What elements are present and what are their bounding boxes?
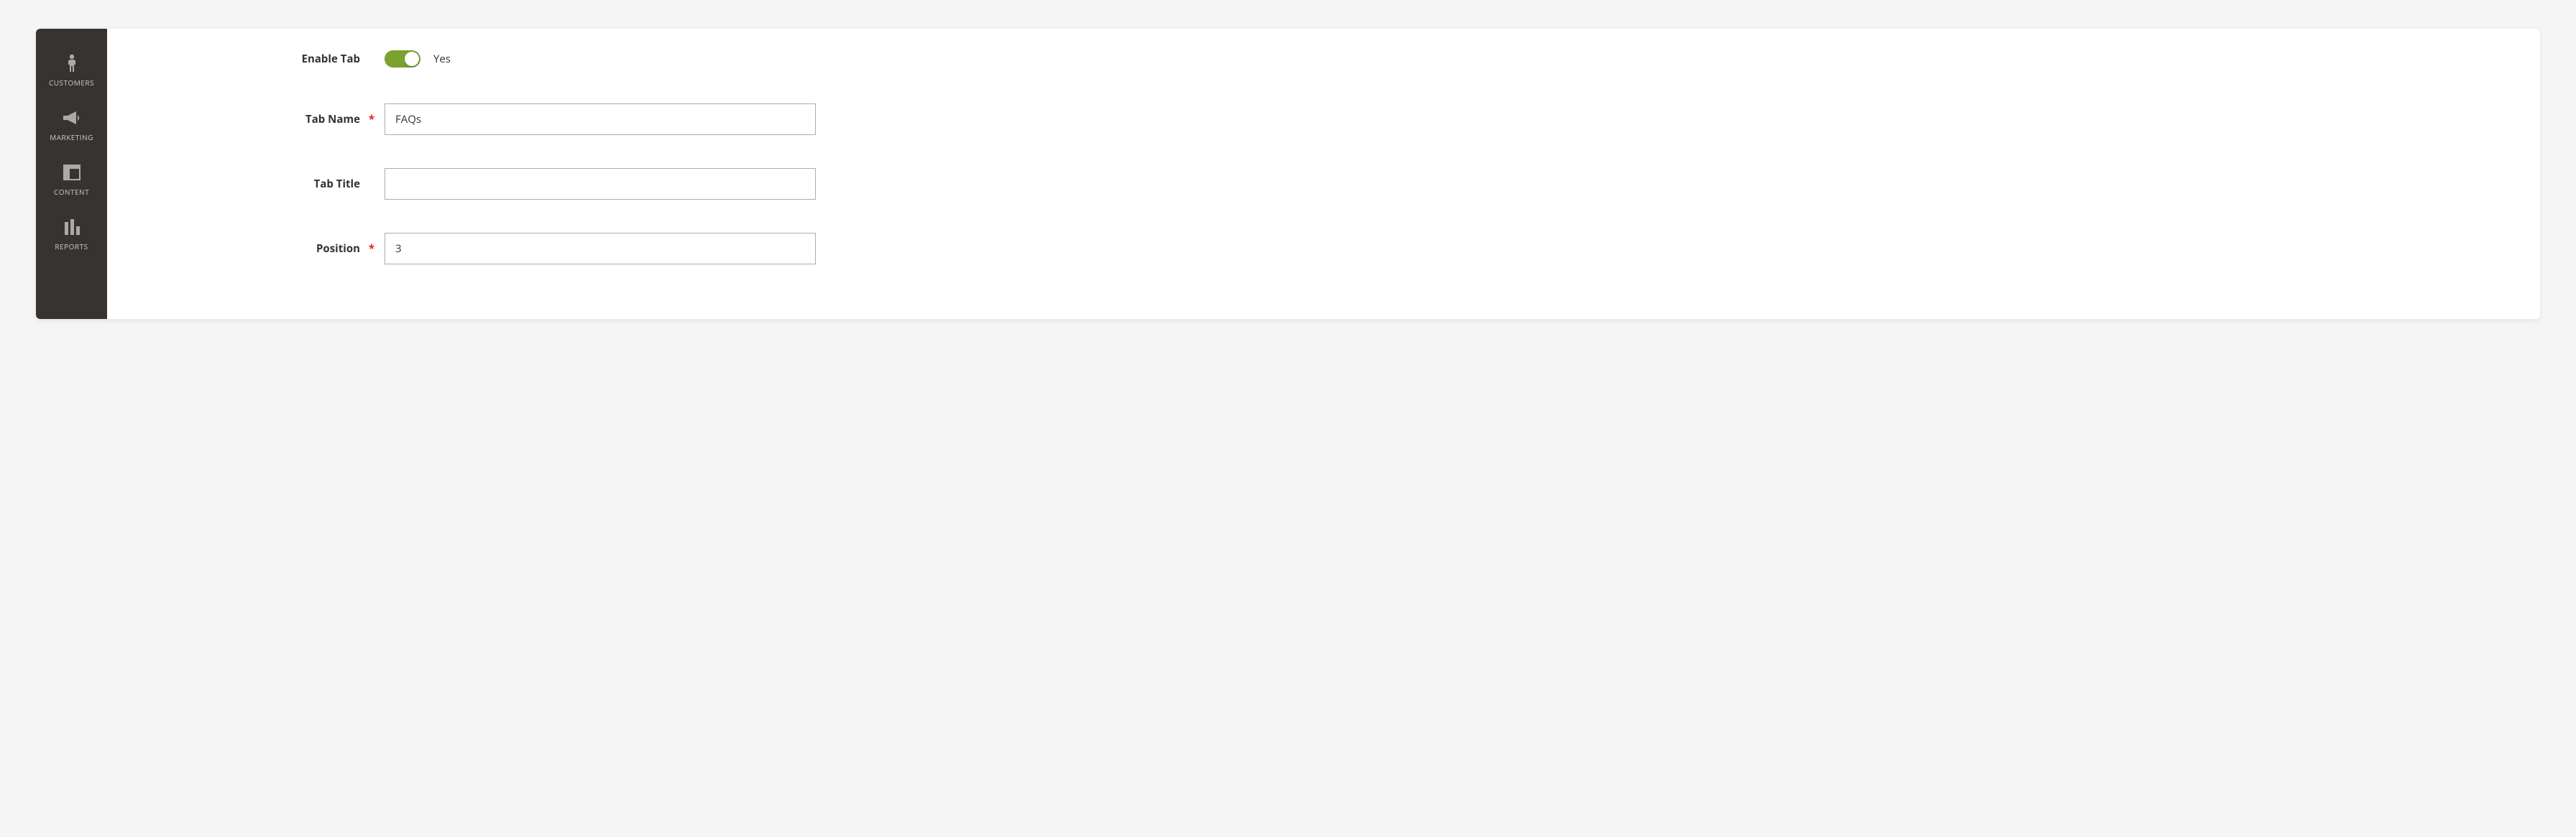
sidebar-item-reports[interactable]: REPORTS xyxy=(36,207,107,262)
sidebar-item-label: CONTENT xyxy=(54,187,89,197)
megaphone-icon xyxy=(62,108,82,128)
enable-tab-toggle-wrap: Yes xyxy=(385,50,451,68)
sidebar-item-label: CUSTOMERS xyxy=(49,78,94,88)
tab-title-label: Tab Title xyxy=(150,177,366,191)
tab-name-label: Tab Name xyxy=(150,112,366,126)
tab-name-input[interactable] xyxy=(385,103,816,135)
sidebar-item-content[interactable]: CONTENT xyxy=(36,152,107,207)
admin-sidebar: CUSTOMERS MARKETING CONTENT xyxy=(36,29,107,319)
tab-title-input[interactable] xyxy=(385,168,816,200)
sidebar-item-label: MARKETING xyxy=(50,132,93,142)
position-input[interactable] xyxy=(385,233,816,264)
position-label: Position xyxy=(150,241,366,256)
admin-panel: CUSTOMERS MARKETING CONTENT xyxy=(36,29,2540,319)
enable-tab-toggle[interactable] xyxy=(385,50,420,68)
required-mark: * xyxy=(366,241,377,256)
person-icon xyxy=(66,53,78,73)
layout-icon xyxy=(63,162,80,182)
enable-tab-label: Enable Tab xyxy=(150,52,366,66)
tab-name-row: Tab Name * xyxy=(150,103,2497,135)
toggle-knob xyxy=(405,52,419,66)
tab-title-row: Tab Title xyxy=(150,168,2497,200)
enable-tab-row: Enable Tab Yes xyxy=(150,50,2497,68)
required-mark: * xyxy=(366,112,377,126)
sidebar-item-label: REPORTS xyxy=(55,241,88,251)
bar-chart-icon xyxy=(63,217,80,237)
enable-tab-value-label: Yes xyxy=(433,52,451,66)
form-content: Enable Tab Yes Tab Name * Tab Title Posi… xyxy=(107,29,2540,319)
position-row: Position * xyxy=(150,233,2497,264)
sidebar-item-customers[interactable]: CUSTOMERS xyxy=(36,43,107,98)
sidebar-item-marketing[interactable]: MARKETING xyxy=(36,98,107,152)
